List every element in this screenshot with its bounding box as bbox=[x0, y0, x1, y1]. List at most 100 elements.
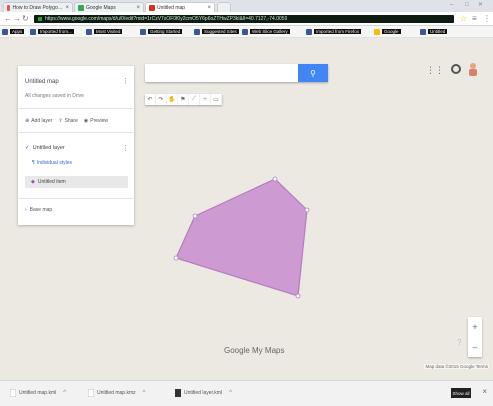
chevron-down-icon[interactable]: ^ bbox=[63, 390, 66, 396]
add-layer-icon: ⊕ bbox=[25, 118, 30, 124]
person-icon bbox=[469, 63, 477, 76]
undo-icon[interactable]: ↶ bbox=[145, 94, 156, 105]
layer-feature-item[interactable]: ◆ Untitled item bbox=[25, 176, 128, 188]
menu-icon[interactable]: ⋮ bbox=[483, 14, 491, 23]
bookmark-icon bbox=[306, 28, 312, 35]
layer-options-icon[interactable]: ⋮ bbox=[122, 144, 129, 152]
bookmark-item[interactable]: Getting Started bbox=[140, 28, 183, 35]
bookmark-item[interactable]: Google bbox=[374, 28, 401, 35]
avatar[interactable] bbox=[468, 62, 478, 76]
hand-icon[interactable]: ✋ bbox=[167, 94, 178, 105]
map-options-icon[interactable]: ⋮ bbox=[122, 77, 129, 85]
tab-google-maps[interactable]: Google Maps × bbox=[74, 2, 144, 12]
tab-favicon bbox=[78, 4, 84, 11]
map-search-box: ⚲ bbox=[145, 64, 328, 85]
map-actions: ⊕ Add layer ⇪ Share ◉ Preview bbox=[25, 118, 108, 124]
back-icon[interactable]: ← bbox=[4, 14, 12, 23]
tab-title: How to Draw Polygons on Google Maps bbox=[12, 4, 64, 11]
chevron-down-icon[interactable]: ^ bbox=[229, 390, 232, 396]
polygon-vertex[interactable] bbox=[295, 293, 301, 299]
divider bbox=[18, 108, 134, 109]
address-bar: ← → ↻ https://www.google.com/maps/d/u/0/… bbox=[0, 12, 493, 26]
download-item[interactable]: Untitled map.kmz ^ bbox=[88, 387, 145, 399]
close-icon[interactable]: × bbox=[136, 5, 140, 11]
route-icon[interactable]: ⑂ bbox=[200, 94, 211, 105]
zoom-in-button[interactable]: + bbox=[468, 317, 482, 337]
bookmarks-bar: Apps Imported from... Most Visited Getti… bbox=[0, 26, 493, 38]
forward-icon[interactable]: → bbox=[13, 14, 21, 23]
map-title[interactable]: Untitled map bbox=[25, 79, 59, 85]
drawing-toolbar: ↶ ↷ ✋ ⚑ ⟋ ⑂ ▭ bbox=[145, 94, 222, 105]
base-map-toggle[interactable]: › Base map bbox=[25, 207, 52, 213]
line-icon[interactable]: ⟋ bbox=[189, 94, 200, 105]
polygon-vertex[interactable] bbox=[173, 255, 179, 261]
map-attribution[interactable]: Map data ©2015 Google Terms bbox=[424, 364, 489, 369]
bookmark-item[interactable]: Suggested Sites bbox=[194, 28, 239, 35]
polygon-vertex[interactable] bbox=[272, 176, 278, 182]
download-item[interactable]: Untitled map.kml ^ bbox=[10, 387, 66, 399]
minimize-icon[interactable]: – bbox=[450, 2, 453, 8]
tab-title: Untitled map bbox=[157, 4, 186, 11]
url-text: https://www.google.com/maps/d/u/0/edit?m… bbox=[45, 16, 288, 22]
preview-icon: ◉ bbox=[83, 118, 89, 124]
extension-icon[interactable]: ≡ bbox=[472, 14, 477, 23]
chevron-right-icon: › bbox=[25, 207, 27, 213]
bookmark-item[interactable]: Imported from... bbox=[30, 28, 74, 35]
bookmark-item[interactable]: Most Visited bbox=[86, 28, 123, 35]
search-button[interactable]: ⚲ bbox=[298, 64, 328, 82]
polygon-vertex[interactable] bbox=[192, 213, 198, 219]
tab-favicon bbox=[149, 4, 155, 11]
map-save-status: All changes saved in Drive bbox=[25, 93, 84, 99]
bookmark-icon bbox=[140, 28, 146, 35]
bookmark-icon bbox=[86, 28, 92, 35]
share-icon: ⇪ bbox=[58, 118, 63, 124]
polygon-vertex[interactable] bbox=[304, 207, 310, 213]
pegman-icon[interactable]: ? bbox=[457, 338, 461, 347]
google-my-maps-logo: Google My Maps bbox=[224, 346, 285, 355]
file-icon bbox=[88, 389, 94, 397]
tab-how-to-draw[interactable]: How to Draw Polygons on Google Maps × bbox=[3, 2, 73, 12]
search-input[interactable] bbox=[149, 67, 303, 85]
divider bbox=[18, 198, 134, 199]
file-icon bbox=[10, 389, 16, 397]
close-window-icon[interactable]: ✕ bbox=[478, 2, 483, 8]
marker-icon[interactable]: ⚑ bbox=[178, 94, 189, 105]
close-icon[interactable]: × bbox=[207, 5, 211, 11]
apps-icon bbox=[2, 28, 8, 35]
download-item[interactable]: Untitled layer.kml ^ bbox=[175, 387, 232, 399]
bookmark-apps[interactable]: Apps bbox=[2, 28, 25, 35]
new-tab-button[interactable] bbox=[217, 2, 231, 12]
add-layer-button[interactable]: ⊕ Add layer bbox=[25, 118, 52, 124]
individual-styles-link[interactable]: ¶ Individual styles bbox=[32, 160, 72, 166]
apps-grid-icon[interactable]: ⋮⋮ bbox=[426, 64, 444, 76]
tab-untitled-map[interactable]: Untitled map × bbox=[145, 2, 215, 12]
lock-icon bbox=[38, 17, 42, 21]
zoom-out-button[interactable]: – bbox=[468, 337, 482, 357]
search-icon: ⚲ bbox=[310, 68, 316, 78]
chevron-down-icon[interactable]: ^ bbox=[143, 390, 146, 396]
bookmark-item[interactable]: Untitled bbox=[420, 28, 448, 35]
ruler-icon[interactable]: ▭ bbox=[211, 94, 222, 105]
maximize-icon[interactable]: □ bbox=[465, 2, 469, 8]
preview-button[interactable]: ◉ Preview bbox=[84, 118, 108, 124]
file-icon bbox=[175, 389, 181, 397]
tab-strip: How to Draw Polygons on Google Maps × Go… bbox=[0, 0, 493, 12]
bookmark-item[interactable]: Imported from Firefox bbox=[306, 28, 362, 35]
close-icon[interactable]: × bbox=[65, 5, 69, 11]
layer-title[interactable]: ✓ Untitled layer bbox=[25, 145, 65, 151]
checkbox-icon[interactable]: ✓ bbox=[25, 145, 30, 151]
close-icon[interactable]: × bbox=[482, 387, 487, 396]
zoom-control: + – bbox=[468, 317, 482, 357]
paint-icon: ¶ bbox=[32, 160, 35, 166]
map-legend-panel: Untitled map All changes saved in Drive … bbox=[18, 66, 134, 225]
notifications-icon[interactable] bbox=[451, 64, 461, 74]
share-button[interactable]: ⇪ Share bbox=[58, 118, 78, 124]
drawn-polygon[interactable] bbox=[175, 178, 308, 297]
redo-icon[interactable]: ↷ bbox=[156, 94, 167, 105]
star-icon[interactable]: ☆ bbox=[460, 14, 467, 23]
url-field[interactable]: https://www.google.com/maps/d/u/0/edit?m… bbox=[34, 15, 454, 23]
bookmark-icon bbox=[30, 28, 36, 35]
bookmark-item[interactable]: Web Slice Gallery bbox=[242, 28, 290, 35]
show-all-downloads-button[interactable]: Show all bbox=[451, 388, 471, 398]
reload-icon[interactable]: ↻ bbox=[22, 14, 29, 23]
